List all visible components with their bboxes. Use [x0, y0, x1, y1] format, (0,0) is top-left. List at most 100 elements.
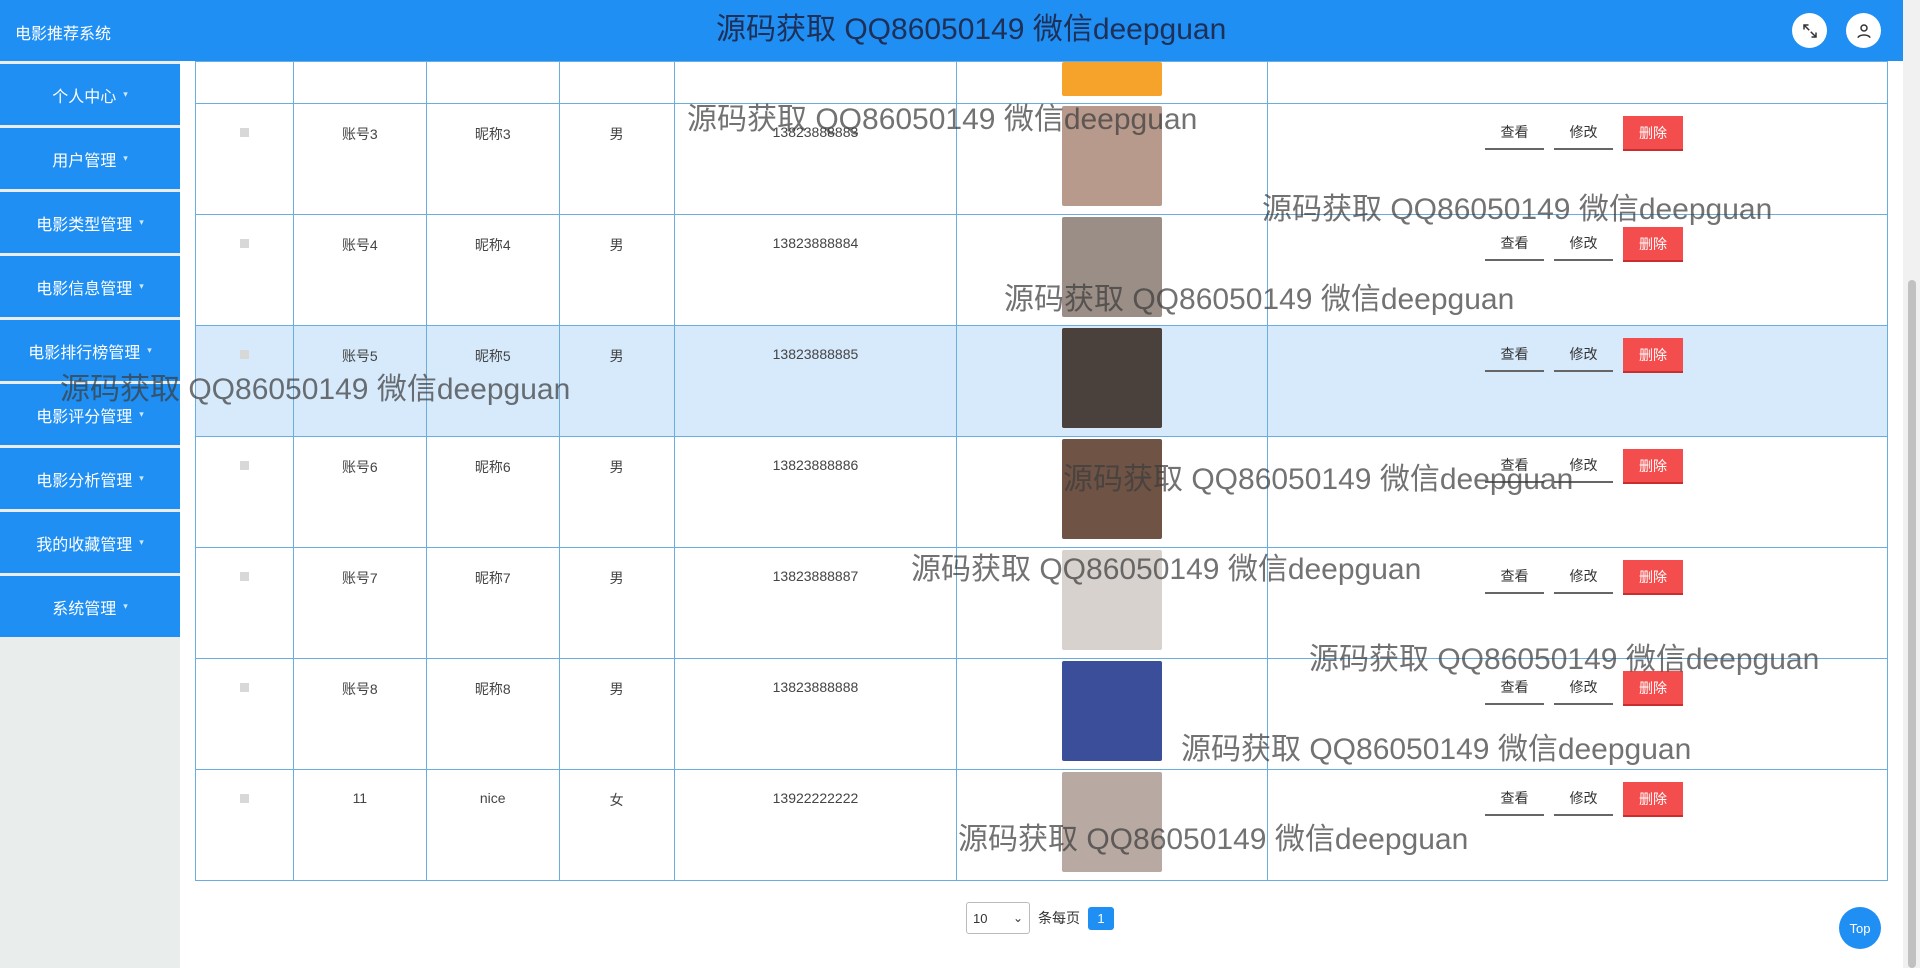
- delete-button[interactable]: 删除: [1623, 227, 1683, 262]
- user-photo: [1062, 217, 1163, 317]
- phone-cell: 13823888884: [673, 214, 958, 326]
- view-button[interactable]: 查看: [1485, 671, 1544, 705]
- table-row[interactable]: 账号3 昵称3 男 13823888883 查看 修改 删除: [195, 103, 1888, 215]
- delete-button[interactable]: 删除: [1623, 671, 1683, 706]
- view-button[interactable]: 查看: [1485, 116, 1544, 150]
- caret-down-icon: ▾: [139, 281, 144, 291]
- pagination: 10 ⌄ 条每页 1: [966, 902, 1114, 934]
- actions-cell: 查看 修改 删除: [1267, 103, 1888, 215]
- phone-cell: 13823888883: [673, 103, 958, 215]
- sidebar-item-label: 电影类型管理: [36, 216, 133, 234]
- scrollbar[interactable]: [1903, 0, 1920, 968]
- caret-down-icon: ▾: [139, 409, 144, 419]
- row-checkbox[interactable]: [239, 461, 249, 470]
- edit-button[interactable]: 修改: [1554, 449, 1613, 483]
- photo-cell: [956, 61, 1269, 104]
- sidebar-item-label: 电影信息管理: [36, 280, 133, 298]
- gender-cell: 女: [558, 769, 675, 881]
- gender-cell: 男: [558, 103, 675, 215]
- user-photo: [1062, 550, 1163, 650]
- user-photo: [1062, 62, 1163, 96]
- sidebar-item[interactable]: 系统管理 ▾: [0, 576, 180, 637]
- user-photo: [1062, 106, 1163, 206]
- sidebar-item[interactable]: 我的收藏管理 ▾: [0, 512, 180, 573]
- page-size-value: 10: [973, 910, 988, 926]
- delete-button[interactable]: 删除: [1623, 449, 1683, 484]
- app-title: 电影推荐系统: [15, 26, 112, 43]
- nickname-cell: 昵称6: [425, 436, 560, 548]
- gender-cell: 男: [558, 325, 675, 437]
- delete-button[interactable]: 删除: [1623, 782, 1683, 817]
- actions-cell: 查看 修改 删除: [1267, 214, 1888, 326]
- account-cell: 账号6: [292, 436, 427, 548]
- edit-button[interactable]: 修改: [1554, 560, 1613, 594]
- fullscreen-icon[interactable]: [1792, 13, 1827, 48]
- sidebar-item-label: 电影评分管理: [36, 408, 133, 426]
- table-row[interactable]: [195, 61, 1888, 104]
- row-checkbox[interactable]: [239, 572, 249, 581]
- per-page-label: 条每页: [1038, 910, 1080, 926]
- sidebar-item[interactable]: 个人中心 ▾: [0, 64, 180, 125]
- scrollbar-thumb[interactable]: [1908, 280, 1916, 968]
- table-row[interactable]: 账号8 昵称8 男 13823888888 查看 修改 删除: [195, 658, 1888, 770]
- edit-button[interactable]: 修改: [1554, 782, 1613, 816]
- view-button[interactable]: 查看: [1485, 227, 1544, 261]
- edit-button[interactable]: 修改: [1554, 227, 1613, 261]
- table-row[interactable]: 账号7 昵称7 男 13823888887 查看 修改 删除: [195, 547, 1888, 659]
- view-button[interactable]: 查看: [1485, 782, 1544, 816]
- back-to-top-button[interactable]: Top: [1839, 907, 1881, 949]
- actions-cell: 查看 修改 删除: [1267, 658, 1888, 770]
- edit-button[interactable]: 修改: [1554, 116, 1613, 150]
- phone-cell: [673, 61, 958, 104]
- view-button[interactable]: 查看: [1485, 449, 1544, 483]
- nickname-cell: 昵称3: [425, 103, 560, 215]
- row-checkbox[interactable]: [239, 128, 249, 137]
- sidebar-item[interactable]: 电影评分管理 ▾: [0, 384, 180, 445]
- user-avatar-icon[interactable]: [1846, 13, 1881, 48]
- page-number-button[interactable]: 1: [1088, 906, 1114, 930]
- sidebar-item[interactable]: 用户管理 ▾: [0, 128, 180, 189]
- user-photo: [1062, 439, 1163, 539]
- sidebar-item[interactable]: 电影信息管理 ▾: [0, 256, 180, 317]
- actions-cell: 查看 修改 删除: [1267, 436, 1888, 548]
- account-cell: 账号7: [292, 547, 427, 659]
- caret-down-icon: ▾: [139, 217, 144, 227]
- row-checkbox[interactable]: [239, 683, 249, 692]
- photo-cell: [956, 547, 1269, 659]
- row-checkbox-cell: [195, 325, 294, 437]
- table-row[interactable]: 11 nice 女 13922222222 查看 修改 删除: [195, 769, 1888, 881]
- delete-button[interactable]: 删除: [1623, 338, 1683, 373]
- sidebar-item-label: 电影排行榜管理: [28, 344, 141, 362]
- nickname-cell: 昵称5: [425, 325, 560, 437]
- table-row[interactable]: 账号4 昵称4 男 13823888884 查看 修改 删除: [195, 214, 1888, 326]
- photo-cell: [956, 769, 1269, 881]
- account-cell: 账号5: [292, 325, 427, 437]
- row-checkbox-cell: [195, 61, 294, 104]
- delete-button[interactable]: 删除: [1623, 116, 1683, 151]
- phone-cell: 13823888885: [673, 325, 958, 437]
- actions-cell: 查看 修改 删除: [1267, 547, 1888, 659]
- sidebar-item-label: 用户管理: [52, 152, 117, 170]
- row-checkbox[interactable]: [239, 239, 249, 248]
- delete-button[interactable]: 删除: [1623, 560, 1683, 595]
- view-button[interactable]: 查看: [1485, 338, 1544, 372]
- table-row[interactable]: 账号5 昵称5 男 13823888885 查看 修改 删除: [195, 325, 1888, 437]
- sidebar-item[interactable]: 电影类型管理 ▾: [0, 192, 180, 253]
- sidebar-item-label: 个人中心: [52, 88, 117, 106]
- nickname-cell: 昵称4: [425, 214, 560, 326]
- photo-cell: [956, 325, 1269, 437]
- view-button[interactable]: 查看: [1485, 560, 1544, 594]
- edit-button[interactable]: 修改: [1554, 338, 1613, 372]
- account-cell: 账号3: [292, 103, 427, 215]
- gender-cell: 男: [558, 547, 675, 659]
- row-checkbox-cell: [195, 658, 294, 770]
- row-checkbox-cell: [195, 769, 294, 881]
- row-checkbox[interactable]: [239, 350, 249, 359]
- page-size-select[interactable]: 10 ⌄: [966, 902, 1030, 934]
- row-checkbox[interactable]: [239, 794, 249, 803]
- sidebar-item[interactable]: 电影排行榜管理 ▾: [0, 320, 180, 381]
- edit-button[interactable]: 修改: [1554, 671, 1613, 705]
- sidebar-item[interactable]: 电影分析管理 ▾: [0, 448, 180, 509]
- nickname-cell: 昵称8: [425, 658, 560, 770]
- table-row[interactable]: 账号6 昵称6 男 13823888886 查看 修改 删除: [195, 436, 1888, 548]
